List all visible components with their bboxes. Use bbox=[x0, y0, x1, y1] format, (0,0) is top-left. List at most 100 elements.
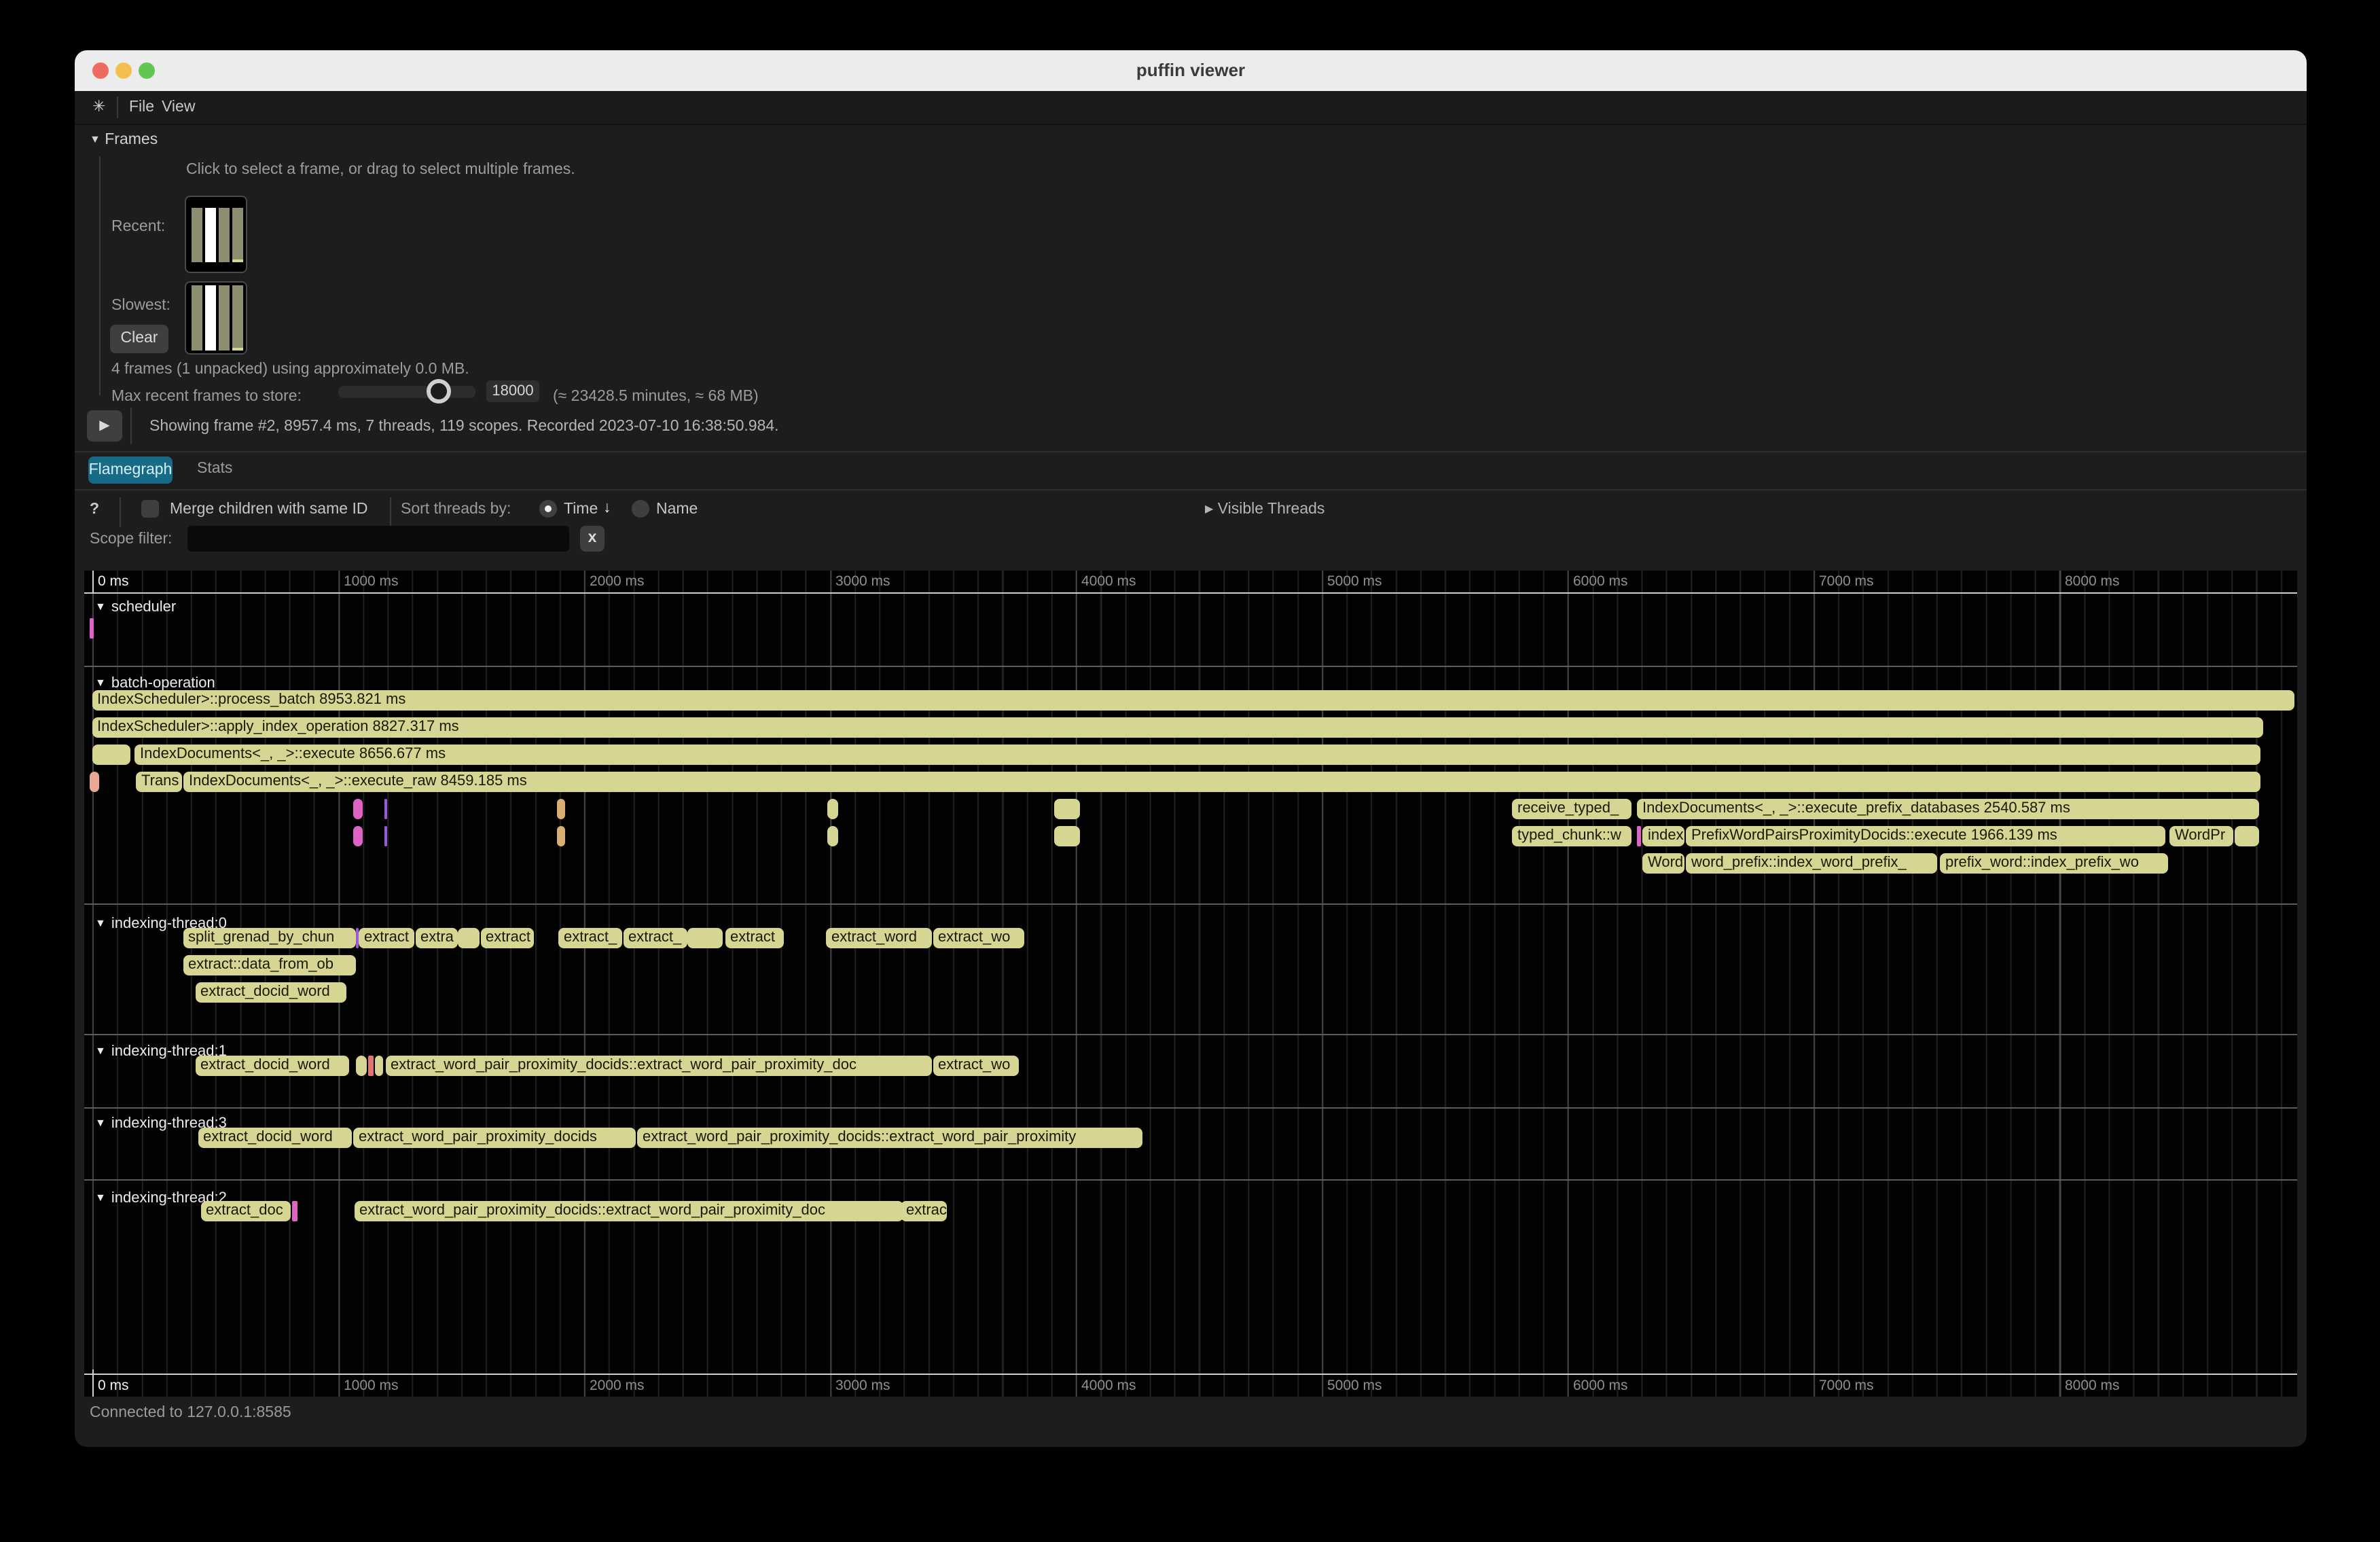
scope-bar[interactable]: split_grenad_by_chun bbox=[183, 928, 355, 948]
scope-bar[interactable]: IndexScheduler>::apply_index_operation 8… bbox=[92, 717, 2262, 738]
help-button[interactable]: ? bbox=[90, 501, 99, 518]
scope-filter-input[interactable] bbox=[187, 526, 569, 552]
scope-bar[interactable]: IndexDocuments<_, _>::execute_raw 8459.1… bbox=[183, 772, 2260, 792]
time-tick-label: 7000 ms bbox=[1819, 573, 1874, 590]
frame-bar[interactable] bbox=[191, 208, 202, 262]
menu-view[interactable]: View bbox=[162, 91, 195, 124]
scope-bar[interactable]: IndexScheduler>::process_batch 8953.821 … bbox=[92, 690, 2294, 711]
screen: puffin viewer ✳ File View ▼ Frames Click… bbox=[0, 0, 2380, 1542]
scope-bar[interactable] bbox=[458, 928, 479, 948]
thread-header-batch-operation[interactable]: ▼batch-operation bbox=[95, 675, 215, 692]
scope-bar[interactable]: index bbox=[1642, 826, 1684, 846]
flamegraph-canvas[interactable]: 0 ms0 ms1000 ms1000 ms2000 ms2000 ms3000… bbox=[84, 571, 2297, 1397]
scope-bar[interactable] bbox=[356, 1056, 366, 1076]
recent-frames-thumbnail[interactable] bbox=[185, 196, 247, 273]
scope-bar[interactable]: extract_word_pair_proximity_docids::extr… bbox=[637, 1128, 1142, 1148]
scope-filter-clear-button[interactable]: x bbox=[580, 526, 605, 552]
scope-bar[interactable] bbox=[1054, 799, 1080, 819]
scope-bar[interactable]: extract bbox=[359, 928, 414, 948]
max-frames-slider[interactable] bbox=[338, 386, 475, 398]
chevron-down-icon: ▼ bbox=[95, 600, 106, 613]
frame-bar[interactable] bbox=[232, 285, 243, 351]
scope-bar[interactable] bbox=[353, 826, 363, 846]
scope-bar[interactable]: prefix_word::index_prefix_wo bbox=[1940, 853, 2168, 874]
time-tick-label: 5000 ms bbox=[1327, 1378, 1382, 1394]
scope-bar[interactable]: word_prefix::index_word_prefix_ bbox=[1686, 853, 1937, 874]
time-tick-label: 3000 ms bbox=[835, 1378, 890, 1394]
scope-bar[interactable]: extra bbox=[415, 928, 457, 948]
scope-bar[interactable]: typed_chunk::w bbox=[1512, 826, 1631, 846]
scope-bar[interactable] bbox=[374, 1056, 383, 1076]
scope-bar[interactable]: IndexDocuments<_, _>::execute_prefix_dat… bbox=[1637, 799, 2259, 819]
section-separator bbox=[84, 1034, 2297, 1035]
sort-time-label: Time bbox=[564, 501, 598, 518]
scope-bar[interactable]: extract_word_pair_proximity_docids bbox=[353, 1128, 636, 1148]
frame-bar[interactable] bbox=[219, 208, 230, 262]
scope-bar[interactable]: extract bbox=[480, 928, 534, 948]
scope-bar[interactable] bbox=[557, 799, 565, 819]
scope-bar[interactable] bbox=[687, 928, 723, 948]
merge-children-checkbox[interactable] bbox=[141, 500, 159, 518]
frames-hint: Click to select a frame, or drag to sele… bbox=[186, 162, 575, 178]
visible-threads-header[interactable]: ▶ Visible Threads bbox=[1205, 501, 1324, 518]
slowest-frames-thumbnail[interactable] bbox=[185, 281, 247, 355]
scope-bar[interactable]: extract_wo bbox=[933, 928, 1024, 948]
frames-section-header[interactable]: ▼ Frames bbox=[90, 132, 158, 148]
max-frames-value[interactable]: 18000 bbox=[486, 380, 539, 402]
scope-bar[interactable]: Trans bbox=[136, 772, 182, 792]
scope-bar[interactable]: PrefixWordPairsProximityDocids::execute … bbox=[1686, 826, 2165, 846]
time-tick-label: 6000 ms bbox=[1573, 573, 1628, 590]
scope-bar[interactable]: Word bbox=[1642, 853, 1684, 874]
scope-bar[interactable]: WordPr bbox=[2169, 826, 2233, 846]
scope-bar[interactable] bbox=[355, 928, 358, 948]
scope-bar[interactable]: extract_docid_word bbox=[195, 982, 346, 1003]
sort-time-radio[interactable] bbox=[539, 500, 557, 518]
clear-button[interactable]: Clear bbox=[110, 325, 168, 353]
frame-bar[interactable] bbox=[204, 208, 215, 262]
scope-bar[interactable]: extract_ bbox=[623, 928, 687, 948]
window-title: puffin viewer bbox=[75, 50, 2307, 91]
scope-bar[interactable] bbox=[367, 1056, 373, 1076]
scope-bar[interactable] bbox=[827, 826, 838, 846]
scope-bar[interactable]: extract_word_pair_proximity_docids::extr… bbox=[354, 1201, 903, 1221]
scope-bar[interactable]: extract_docid_word bbox=[198, 1128, 352, 1148]
scope-bar[interactable] bbox=[92, 745, 130, 765]
scope-bar[interactable] bbox=[384, 826, 387, 846]
scope-bar[interactable] bbox=[291, 1201, 298, 1221]
time-tick-label: 8000 ms bbox=[2065, 573, 2120, 590]
frame-bar[interactable] bbox=[219, 285, 230, 351]
tab-stats[interactable]: Stats bbox=[197, 461, 232, 477]
frame-bar[interactable] bbox=[191, 285, 202, 351]
scope-bar[interactable]: extrac bbox=[901, 1201, 947, 1221]
scope-bar[interactable]: extract_doc bbox=[200, 1201, 290, 1221]
sort-name-radio[interactable] bbox=[632, 500, 649, 518]
scope-bar[interactable]: extract_word_pair_proximity_docids::extr… bbox=[385, 1056, 931, 1076]
frame-bar[interactable] bbox=[204, 285, 215, 351]
frame-bar-tick bbox=[232, 259, 243, 262]
sort-direction-icon[interactable]: ↓ bbox=[603, 500, 611, 516]
scope-bar[interactable] bbox=[1054, 826, 1080, 846]
scope-bar[interactable] bbox=[89, 772, 98, 792]
scope-bar[interactable] bbox=[557, 826, 565, 846]
scope-bar[interactable]: extract_docid_word bbox=[195, 1056, 348, 1076]
scope-bar[interactable] bbox=[1637, 826, 1641, 846]
scope-bar[interactable] bbox=[90, 618, 93, 639]
max-frames-slider-knob[interactable] bbox=[427, 379, 451, 404]
scope-bar[interactable]: IndexDocuments<_, _>::execute 8656.677 m… bbox=[134, 745, 2260, 765]
frame-bar[interactable] bbox=[232, 208, 243, 262]
scope-bar[interactable]: extract_ bbox=[558, 928, 622, 948]
scope-bar[interactable]: extract_word bbox=[826, 928, 931, 948]
theme-toggle-icon[interactable]: ✳ bbox=[92, 91, 105, 124]
menu-file[interactable]: File bbox=[129, 91, 154, 124]
scope-bar[interactable] bbox=[353, 799, 363, 819]
thread-header-scheduler[interactable]: ▼scheduler bbox=[95, 599, 176, 615]
scope-bar[interactable]: extract_wo bbox=[933, 1056, 1019, 1076]
scope-bar[interactable] bbox=[2235, 826, 2259, 846]
scope-bar[interactable] bbox=[384, 799, 387, 819]
scope-bar[interactable]: receive_typed_ bbox=[1512, 799, 1631, 819]
tab-flamegraph[interactable]: Flamegraph bbox=[88, 456, 173, 484]
scope-bar[interactable]: extract bbox=[725, 928, 784, 948]
scope-bar[interactable] bbox=[827, 799, 838, 819]
play-button[interactable]: ▶ bbox=[87, 410, 122, 442]
scope-bar[interactable]: extract::data_from_ob bbox=[183, 955, 355, 975]
